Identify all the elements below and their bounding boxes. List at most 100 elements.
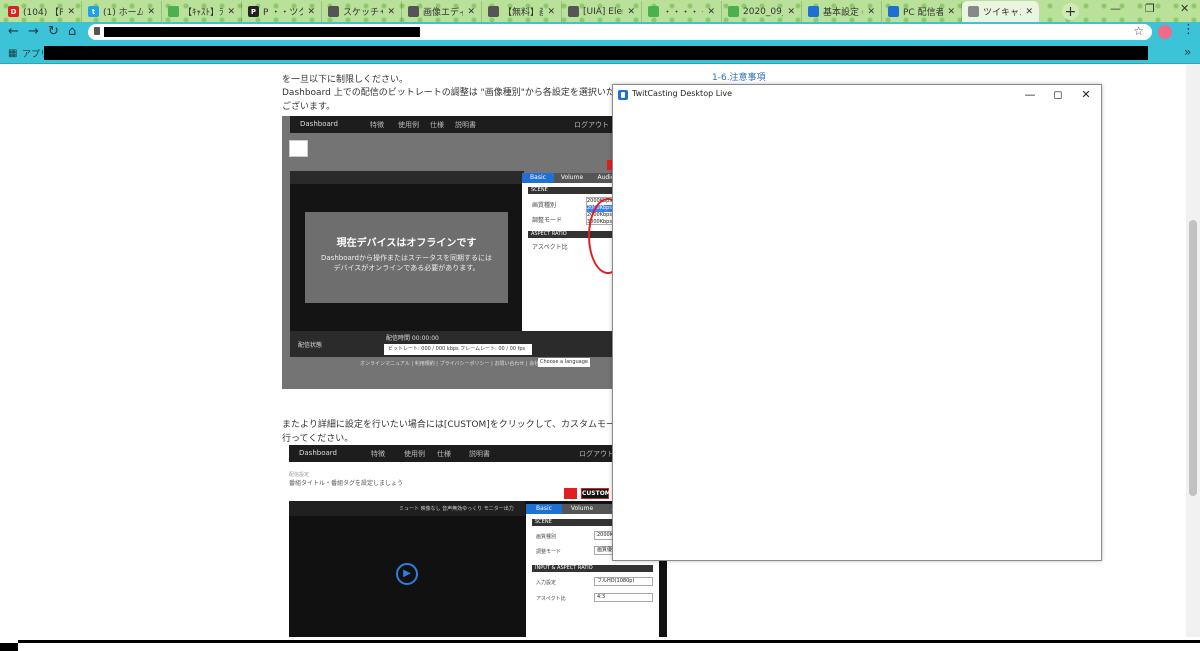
tab-close-icon[interactable]: ✕ <box>947 7 955 17</box>
page-scrollbar[interactable] <box>1186 64 1200 651</box>
nav-item: 説明書 <box>469 450 490 458</box>
footer-links: オンラインマニュアル | 利用規約 | プライバシーポリシー | お問い合わせ … <box>360 361 550 367</box>
tab-close-icon[interactable]: ✕ <box>867 7 875 17</box>
bookmark-star-icon[interactable]: ☆ <box>1133 24 1144 38</box>
tab-close-icon[interactable]: ✕ <box>147 7 155 17</box>
language-select: Choose a language <box>538 358 590 367</box>
tab-close-icon[interactable]: ✕ <box>227 7 235 17</box>
mid-text-line-2: 行ってください。 <box>282 434 354 444</box>
new-tab-button[interactable]: + <box>1062 3 1079 20</box>
custom-button-highlight: CUSTOM <box>581 488 611 499</box>
screen: D(104) 【PC(G✕t(1) ホーム / T✕【ｷｬｽﾄ】ﾗﾌﾞ✕PP ・… <box>0 0 1200 651</box>
browser-tab[interactable]: t (1) ホーム / T✕ <box>82 1 162 22</box>
tab-title: (104) 【PC(G <box>23 8 64 18</box>
preview-area: 現在デバイスはオフラインです Dashboardから操作またはステータスを同期す… <box>290 171 524 332</box>
intro-text-line-1: を一旦以下に制限しください。 <box>282 75 409 85</box>
tab-close-icon[interactable]: ✕ <box>787 7 795 17</box>
offline-notice: 現在デバイスはオフラインです Dashboardから操作またはステータスを同期す… <box>305 212 508 303</box>
bookmarks-overflow-icon[interactable]: » <box>1184 45 1191 59</box>
nav-logout: ログアウト <box>574 121 609 129</box>
tab-close-icon[interactable]: ✕ <box>387 7 395 17</box>
browser-tab[interactable]: 【ｷｬｽﾄ】ﾗﾌﾞ✕ <box>162 1 242 22</box>
browser-tab[interactable]: ツイキャス (ス ✕ <box>962 1 1040 22</box>
tab-favicon-icon: D <box>8 6 19 17</box>
bookmarks-bar: ▦ アプリ » <box>0 42 1200 64</box>
scrollbar-thumb[interactable] <box>1189 220 1197 496</box>
restore-window-button[interactable]: ❐ <box>1145 2 1155 15</box>
minimize-window-button[interactable]: — <box>1110 2 1121 15</box>
browser-tab[interactable]: D (104) 【PC(G✕ <box>2 1 82 22</box>
tab-title: スケッチャー ・ <box>343 8 383 18</box>
tab-favicon-icon <box>888 6 899 17</box>
tab-close-icon[interactable]: ✕ <box>627 7 635 17</box>
tab-close-icon[interactable]: ✕ <box>547 7 555 17</box>
tab-favicon-icon <box>648 6 659 17</box>
red-marker <box>564 488 577 499</box>
browser-tab[interactable]: ・・・・・・・ ✕ <box>642 1 722 22</box>
browser-tab[interactable]: スケッチャー ・ ✕ <box>322 1 402 22</box>
tab-title: 基本設定 (A <box>823 8 863 18</box>
profile-avatar[interactable] <box>1158 25 1172 39</box>
tab-title: (1) ホーム / T <box>103 8 144 18</box>
twitcasting-titlebar[interactable]: TwitCasting Desktop Live — ◻ ✕ <box>613 85 1101 105</box>
tab-favicon-icon <box>408 6 419 17</box>
dashboard-brand: Dashboard <box>300 120 338 128</box>
tab-title: ツイキャス (ス <box>983 8 1021 18</box>
tab-title: PC 配信者 <box>903 8 944 18</box>
settings-tabs: Basic Volume Audio <box>522 173 622 183</box>
browser-tab[interactable]: [UIA] Elem ✕ <box>562 1 642 22</box>
tab-favicon-icon <box>968 6 979 17</box>
offline-text-2: デバイスがオンラインである必要があります。 <box>333 264 480 272</box>
browser-menu-icon[interactable]: ⋮ <box>1182 22 1195 37</box>
dashboard-nav: Dashboard 特徴 使用例 仕様 説明書 ログアウト <box>290 116 622 133</box>
back-icon[interactable]: ← <box>8 23 19 41</box>
tab-close-icon[interactable]: ✕ <box>707 7 715 17</box>
taskbar-redaction <box>0 637 1200 651</box>
close-window-button[interactable]: ✕ <box>1180 2 1189 15</box>
home-icon[interactable]: ⌂ <box>68 23 76 41</box>
tab-favicon-icon: t <box>88 6 99 17</box>
preview-area: ミュート 映像なし 音声無効ゆっくり モニター出力 ▶ Basic Volume… <box>289 501 667 651</box>
play-icon: ▶ <box>396 563 418 585</box>
tab-close-icon[interactable]: ✕ <box>1025 7 1033 17</box>
tab-favicon-icon <box>328 6 339 17</box>
forward-icon[interactable]: → <box>28 23 39 41</box>
twitcasting-close-button[interactable]: ✕ <box>1071 85 1101 105</box>
twitcasting-window-title: TwitCasting Desktop Live <box>632 89 733 98</box>
label-input: 入力設定 <box>536 580 557 586</box>
tab-favicon-icon <box>568 6 579 17</box>
nav-item: 特徴 <box>370 121 384 129</box>
nav-item: 説明書 <box>455 121 476 129</box>
apps-grid-icon[interactable]: ▦ <box>8 48 17 59</box>
side-nav-link-notes[interactable]: 1-6.注意事項 <box>712 70 766 83</box>
browser-tab[interactable]: 画像エディタ ✕ <box>402 1 482 22</box>
offline-text-1: Dashboardから操作またはステータスを同期するには <box>321 254 492 262</box>
tab-title: [UIA] Elem <box>583 6 623 17</box>
sub-small-label: 配信設定 <box>289 472 310 478</box>
section-input-aspect: INPUT & ASPECT RATIO <box>532 565 653 572</box>
twitcasting-maximize-button[interactable]: ◻ <box>1043 85 1073 105</box>
nav-item: 使用例 <box>398 121 419 129</box>
tab-close-icon[interactable]: ✕ <box>307 7 315 17</box>
browser-tab[interactable]: 2020_09_0 ✕ <box>722 1 802 22</box>
tab-close-icon[interactable]: ✕ <box>67 7 75 17</box>
label-mode: 調整モード <box>532 217 563 224</box>
address-bar[interactable]: ☆ <box>88 24 1152 40</box>
tab-volume: Volume <box>570 505 594 512</box>
offline-heading: 現在デバイスはオフラインです <box>336 238 477 249</box>
reload-icon[interactable]: ↻ <box>48 23 59 41</box>
browser-tab[interactable]: PC 配信者 ✕ <box>882 1 962 22</box>
intro-text-line-3: ございます。 <box>282 102 336 112</box>
twitcasting-minimize-button[interactable]: — <box>1015 85 1045 105</box>
bookmarks-redaction <box>44 46 1148 60</box>
status-label: 配信状態 <box>298 342 323 349</box>
browser-tab[interactable]: 【無料】画像の ✕ <box>482 1 562 22</box>
tab-title: 画像エディタ <box>423 8 463 18</box>
tab-favicon-icon <box>808 6 819 17</box>
browser-tab[interactable]: P P ・・ツクール ✕ <box>242 1 322 22</box>
tab-favicon-icon: P <box>248 6 259 17</box>
browser-tab[interactable]: 基本設定 (A ✕ <box>802 1 882 22</box>
tab-title: 2020_09_0 <box>743 6 783 17</box>
tab-close-icon[interactable]: ✕ <box>467 7 475 17</box>
nav-item: 仕様 <box>437 450 451 458</box>
